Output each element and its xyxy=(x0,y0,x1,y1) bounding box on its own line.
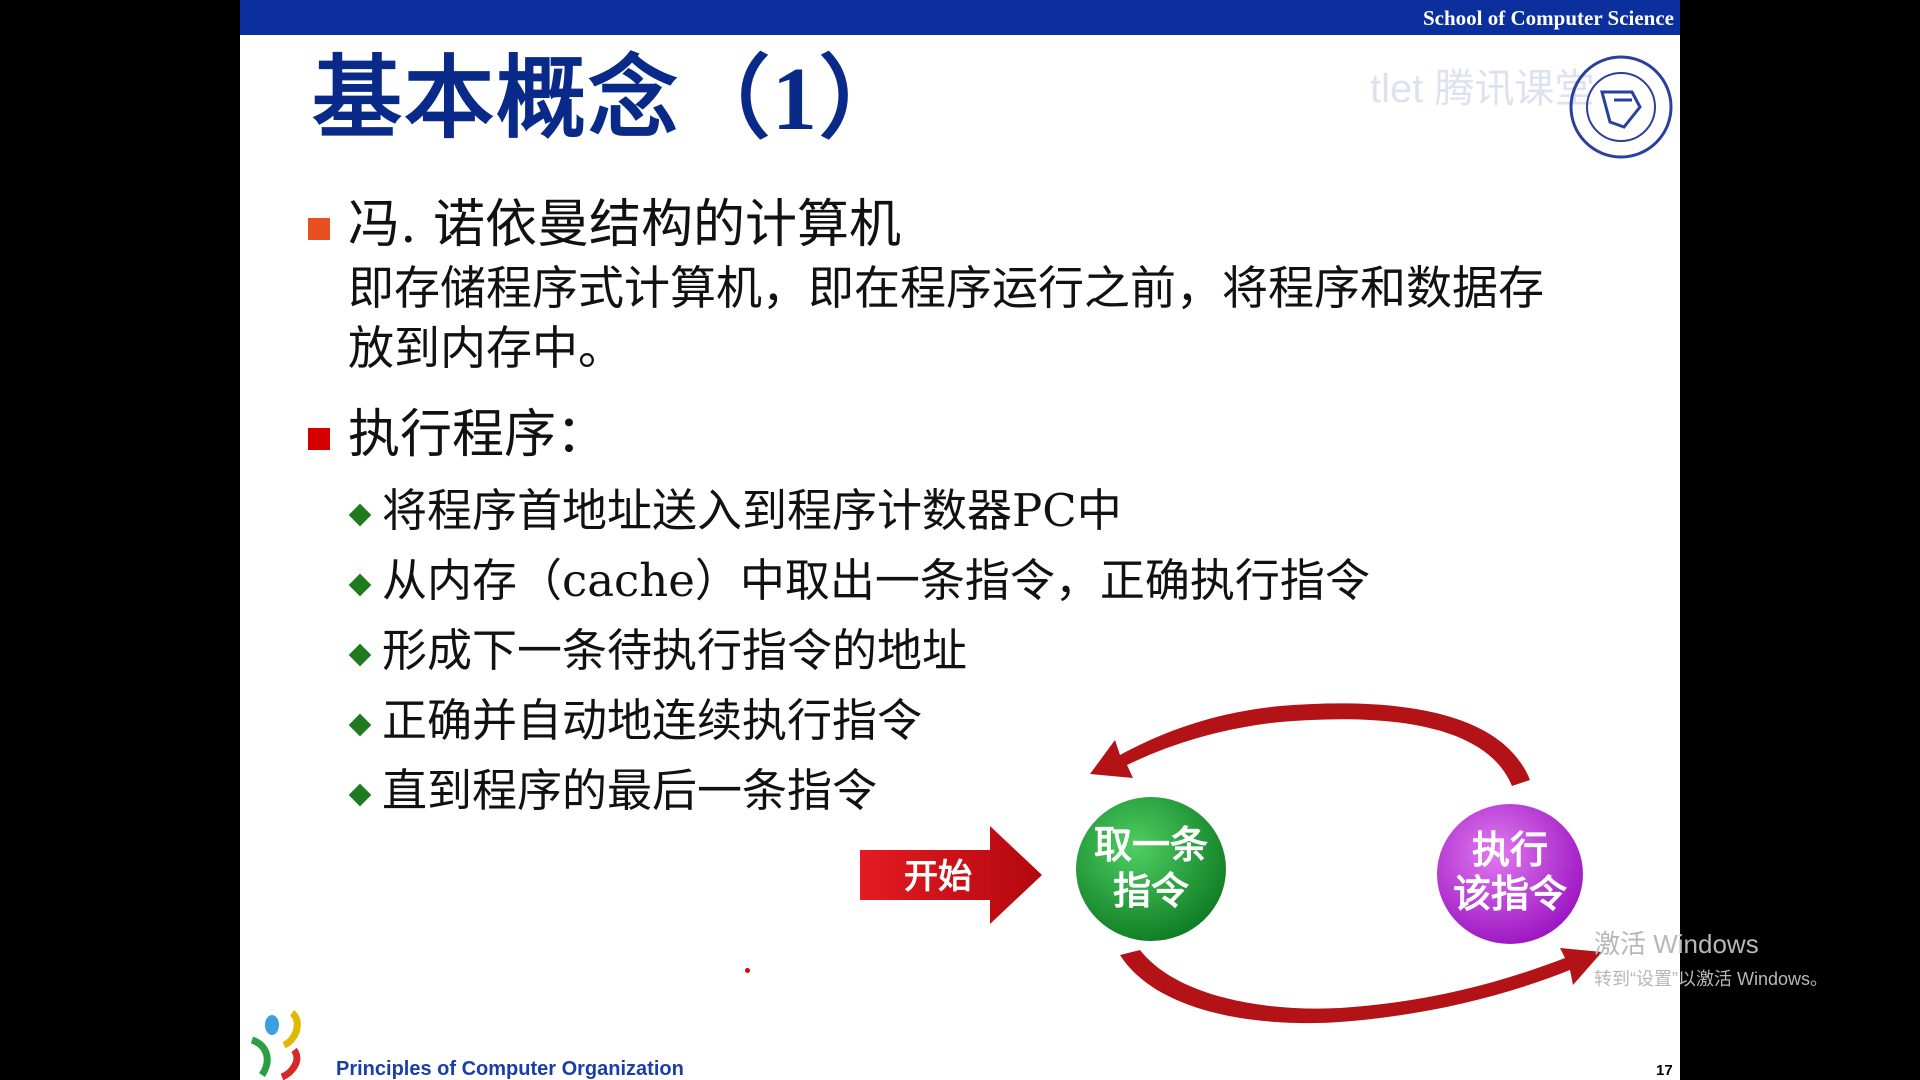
activation-line2: 转到“设置”以激活 Windows。 xyxy=(1594,969,1829,989)
course-logo-icon xyxy=(250,1010,301,1080)
footer-course-title: Principles of Computer Organization xyxy=(336,1058,684,1080)
activation-line1: 激活 Windows xyxy=(1594,929,1759,959)
windows-activation-watermark: 激活 Windows 转到“设置”以激活 Windows。 xyxy=(1594,924,1828,991)
exec-label-line1: 执行 xyxy=(1472,828,1548,872)
page-number: 17 xyxy=(1656,1062,1673,1079)
red-dot xyxy=(745,968,750,973)
exec-label-line2: 该指令 xyxy=(1453,872,1568,916)
fetch-label-line1: 取一条 xyxy=(1094,823,1208,867)
cycle-arrow-top xyxy=(1090,703,1530,786)
cycle-arrow-bottom xyxy=(1120,948,1602,1024)
start-label: 开始 xyxy=(904,857,972,897)
execution-cycle-diagram: 开始 取一条 指令 执行 该指令 xyxy=(860,703,1602,1024)
slide: School of Computer Science 基本概念（1） tlet … xyxy=(240,0,1680,1080)
fetch-label-line2: 指令 xyxy=(1113,869,1190,913)
